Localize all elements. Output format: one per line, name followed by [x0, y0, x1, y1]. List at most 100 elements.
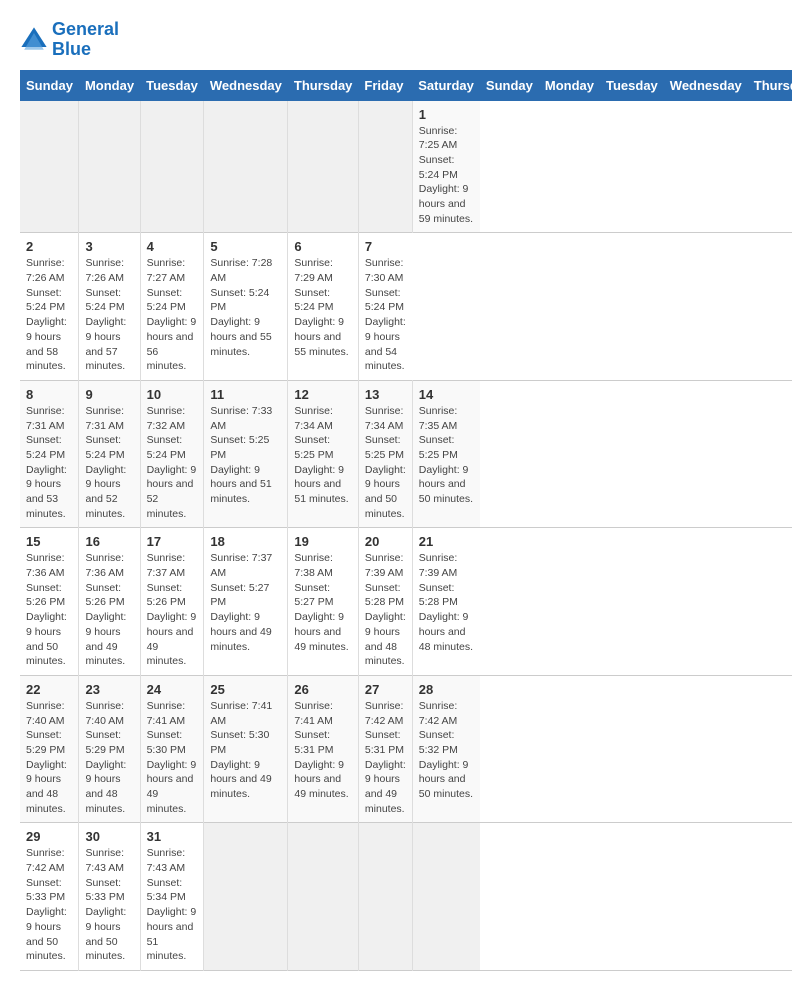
- cell-text: Sunrise: 7:37 AMSunset: 5:27 PMDaylight:…: [210, 552, 272, 652]
- day-number: 5: [210, 239, 281, 254]
- day-number: 30: [85, 829, 133, 844]
- day-cell-16: 16Sunrise: 7:36 AMSunset: 5:26 PMDayligh…: [79, 528, 140, 676]
- day-cell-19: 19Sunrise: 7:38 AMSunset: 5:27 PMDayligh…: [288, 528, 359, 676]
- day-cell-11: 11 Sunrise: 7:33 AMSunset: 5:25 PMDayligh…: [204, 380, 288, 528]
- cell-text: Sunrise: 7:42 AMSunset: 5:32 PMDaylight:…: [419, 700, 473, 800]
- header-cell-sunday: Sunday: [20, 70, 79, 101]
- day-cell-27: 27 Sunrise: 7:42 AMSunset: 5:31 PMDayligh…: [358, 675, 412, 823]
- day-cell-12: 12 Sunrise: 7:34 AMSunset: 5:25 PMDayligh…: [288, 380, 359, 528]
- cell-text: Sunrise: 7:36 AMSunset: 5:26 PMDaylight:…: [26, 552, 67, 667]
- cell-text: Sunrise: 7:41 AMSunset: 5:30 PMDaylight:…: [210, 700, 272, 800]
- cell-text: Sunrise: 7:34 AMSunset: 5:25 PMDaylight:…: [294, 405, 348, 505]
- day-cell-2: 2 Sunrise: 7:26 AMSunset: 5:24 PMDaylight…: [20, 233, 79, 381]
- day-cell-15: 15 Sunrise: 7:36 AMSunset: 5:26 PMDayligh…: [20, 528, 79, 676]
- day-cell-22: 22 Sunrise: 7:40 AMSunset: 5:29 PMDayligh…: [20, 675, 79, 823]
- logo-text: General Blue: [52, 20, 119, 60]
- day-cell-26: 26 Sunrise: 7:41 AMSunset: 5:31 PMDayligh…: [288, 675, 359, 823]
- day-number: 29: [26, 829, 72, 844]
- empty-cell: [412, 823, 480, 971]
- cell-text: Sunrise: 7:34 AMSunset: 5:25 PMDaylight:…: [365, 405, 406, 520]
- header-row: SundayMondayTuesdayWednesdayThursdayFrid…: [20, 70, 792, 101]
- calendar-header: SundayMondayTuesdayWednesdayThursdayFrid…: [20, 70, 792, 101]
- header-cell-monday: Monday: [79, 70, 140, 101]
- empty-cell: [20, 101, 79, 233]
- day-number: 28: [419, 682, 474, 697]
- empty-cell: [288, 823, 359, 971]
- empty-cell: [79, 101, 140, 233]
- day-number: 12: [294, 387, 352, 402]
- day-number: 17: [147, 534, 198, 549]
- calendar-week-2: 8 Sunrise: 7:31 AMSunset: 5:24 PMDaylight…: [20, 380, 792, 528]
- calendar-body: 1 Sunrise: 7:25 AMSunset: 5:24 PMDaylight…: [20, 101, 792, 971]
- cell-text: Sunrise: 7:39 AMSunset: 5:28 PMDaylight:…: [365, 552, 406, 667]
- cell-text: Sunrise: 7:41 AMSunset: 5:31 PMDaylight:…: [294, 700, 348, 800]
- cell-text: Sunrise: 7:40 AMSunset: 5:29 PMDaylight:…: [26, 700, 67, 815]
- day-number: 31: [147, 829, 198, 844]
- day-number: 22: [26, 682, 72, 697]
- cell-text: Sunrise: 7:33 AMSunset: 5:25 PMDaylight:…: [210, 405, 272, 505]
- day-number: 10: [147, 387, 198, 402]
- day-cell-13: 13 Sunrise: 7:34 AMSunset: 5:25 PMDayligh…: [358, 380, 412, 528]
- header-wednesday: Wednesday: [664, 70, 748, 101]
- header-cell-tuesday: Tuesday: [140, 70, 204, 101]
- day-number: 23: [85, 682, 133, 697]
- page-header: General Blue: [20, 20, 772, 60]
- day-number: 7: [365, 239, 406, 254]
- day-cell-31: 31 Sunrise: 7:43 AMSunset: 5:34 PMDayligh…: [140, 823, 204, 971]
- calendar-week-3: 15 Sunrise: 7:36 AMSunset: 5:26 PMDayligh…: [20, 528, 792, 676]
- cell-text: Sunrise: 7:42 AMSunset: 5:31 PMDaylight:…: [365, 700, 406, 815]
- cell-text: Sunrise: 7:43 AMSunset: 5:34 PMDaylight:…: [147, 847, 197, 962]
- empty-cell: [358, 101, 412, 233]
- day-number: 1: [419, 107, 474, 122]
- day-number: 13: [365, 387, 406, 402]
- day-number: 8: [26, 387, 72, 402]
- cell-text: Sunrise: 7:28 AMSunset: 5:24 PMDaylight:…: [210, 257, 272, 357]
- cell-text: Sunrise: 7:31 AMSunset: 5:24 PMDaylight:…: [26, 405, 67, 520]
- day-number: 20: [365, 534, 406, 549]
- day-cell-18: 18Sunrise: 7:37 AMSunset: 5:27 PMDayligh…: [204, 528, 288, 676]
- cell-text: Sunrise: 7:30 AMSunset: 5:24 PMDaylight:…: [365, 257, 406, 372]
- day-cell-17: 17Sunrise: 7:37 AMSunset: 5:26 PMDayligh…: [140, 528, 204, 676]
- header-cell-thursday: Thursday: [288, 70, 359, 101]
- header-monday: Monday: [539, 70, 600, 101]
- cell-text: Sunrise: 7:25 AMSunset: 5:24 PMDaylight:…: [419, 125, 473, 225]
- day-number: 4: [147, 239, 198, 254]
- day-cell-24: 24Sunrise: 7:41 AMSunset: 5:30 PMDayligh…: [140, 675, 204, 823]
- empty-cell: [358, 823, 412, 971]
- calendar-table: SundayMondayTuesdayWednesdayThursdayFrid…: [20, 70, 792, 971]
- cell-text: Sunrise: 7:35 AMSunset: 5:25 PMDaylight:…: [419, 405, 473, 505]
- header-cell-friday: Friday: [358, 70, 412, 101]
- day-number: 15: [26, 534, 72, 549]
- cell-text: Sunrise: 7:29 AMSunset: 5:24 PMDaylight:…: [294, 257, 348, 357]
- cell-text: Sunrise: 7:31 AMSunset: 5:24 PMDaylight:…: [85, 405, 126, 520]
- day-number: 25: [210, 682, 281, 697]
- empty-cell: [204, 101, 288, 233]
- empty-cell: [204, 823, 288, 971]
- day-cell-20: 20 Sunrise: 7:39 AMSunset: 5:28 PMDayligh…: [358, 528, 412, 676]
- day-cell-29: 29Sunrise: 7:42 AMSunset: 5:33 PMDayligh…: [20, 823, 79, 971]
- day-number: 11: [210, 387, 281, 402]
- header-sunday: Sunday: [480, 70, 539, 101]
- day-cell-23: 23Sunrise: 7:40 AMSunset: 5:29 PMDayligh…: [79, 675, 140, 823]
- day-number: 27: [365, 682, 406, 697]
- day-number: 2: [26, 239, 72, 254]
- day-number: 24: [147, 682, 198, 697]
- cell-text: Sunrise: 7:26 AMSunset: 5:24 PMDaylight:…: [26, 257, 67, 372]
- cell-text: Sunrise: 7:26 AMSunset: 5:24 PMDaylight:…: [85, 257, 126, 372]
- day-cell-9: 9Sunrise: 7:31 AMSunset: 5:24 PMDaylight…: [79, 380, 140, 528]
- calendar-week-1: 2 Sunrise: 7:26 AMSunset: 5:24 PMDaylight…: [20, 233, 792, 381]
- day-number: 26: [294, 682, 352, 697]
- day-cell-1: 1 Sunrise: 7:25 AMSunset: 5:24 PMDaylight…: [412, 101, 480, 233]
- calendar-week-4: 22 Sunrise: 7:40 AMSunset: 5:29 PMDayligh…: [20, 675, 792, 823]
- cell-text: Sunrise: 7:39 AMSunset: 5:28 PMDaylight:…: [419, 552, 473, 652]
- header-thursday: Thursday: [748, 70, 792, 101]
- cell-text: Sunrise: 7:43 AMSunset: 5:33 PMDaylight:…: [85, 847, 126, 962]
- day-cell-14: 14 Sunrise: 7:35 AMSunset: 5:25 PMDayligh…: [412, 380, 480, 528]
- day-cell-8: 8 Sunrise: 7:31 AMSunset: 5:24 PMDaylight…: [20, 380, 79, 528]
- day-cell-5: 5 Sunrise: 7:28 AMSunset: 5:24 PMDaylight…: [204, 233, 288, 381]
- day-cell-28: 28 Sunrise: 7:42 AMSunset: 5:32 PMDayligh…: [412, 675, 480, 823]
- day-number: 14: [419, 387, 474, 402]
- day-cell-6: 6 Sunrise: 7:29 AMSunset: 5:24 PMDaylight…: [288, 233, 359, 381]
- day-number: 6: [294, 239, 352, 254]
- calendar-week-5: 29Sunrise: 7:42 AMSunset: 5:33 PMDayligh…: [20, 823, 792, 971]
